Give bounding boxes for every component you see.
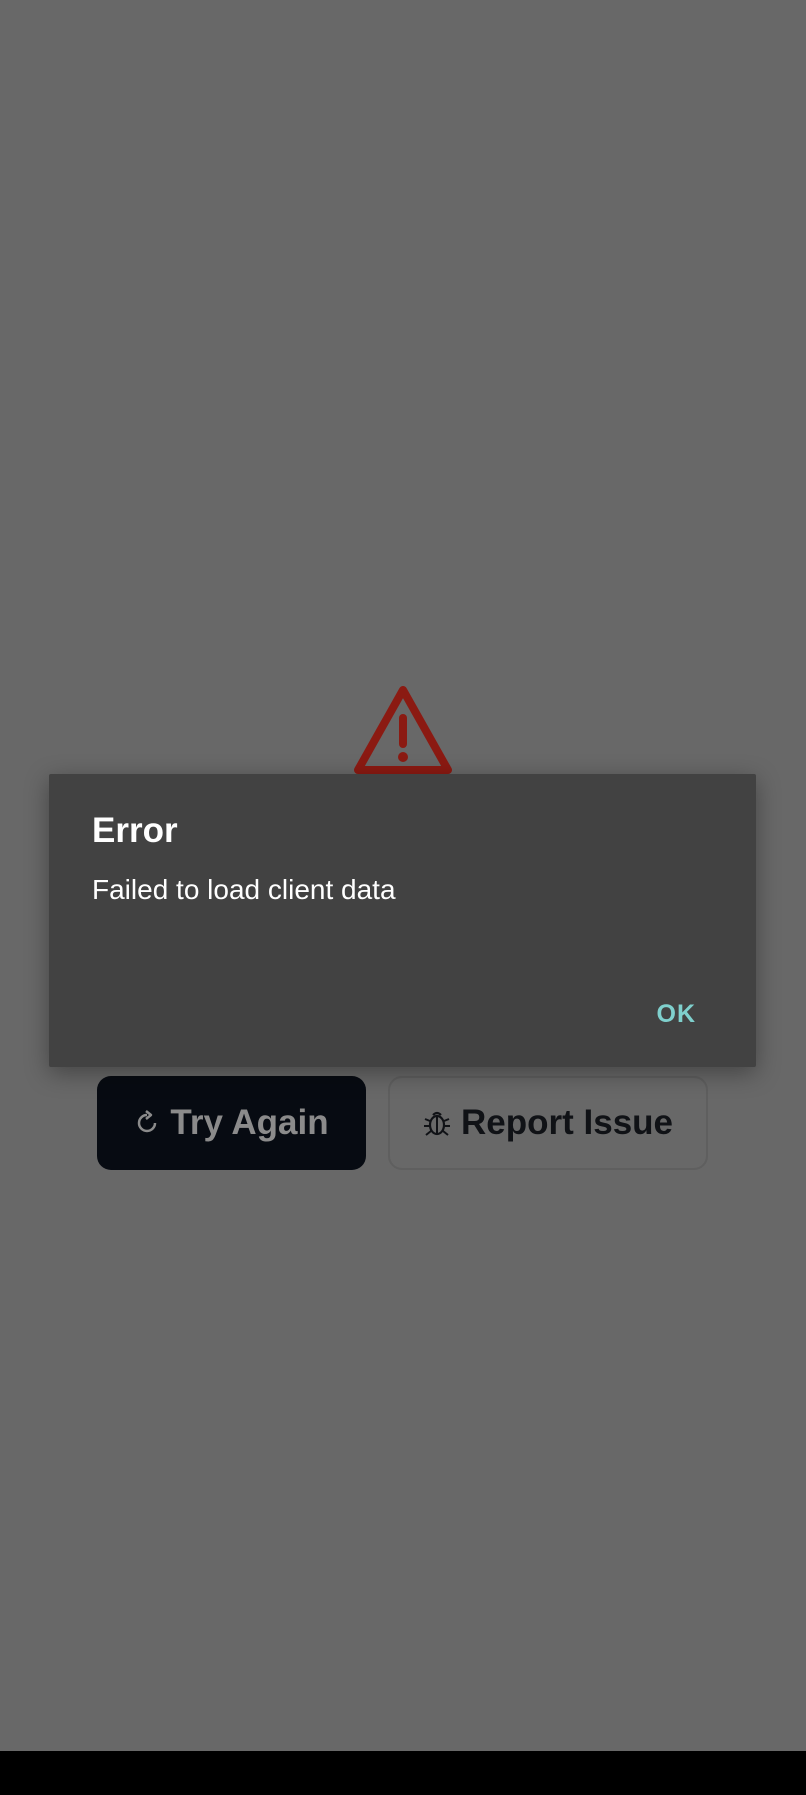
warning-triangle-icon (354, 686, 452, 774)
dialog-message: Failed to load client data (92, 874, 396, 905)
dialog-title: Error (92, 811, 178, 850)
system-navigation-bar (0, 1751, 806, 1795)
try-again-label: Try Again (170, 1103, 329, 1142)
refresh-icon (138, 1110, 157, 1133)
bug-icon (424, 1111, 450, 1136)
report-issue-label: Report Issue (461, 1103, 673, 1142)
error-actions: Try Again Report Issue (97, 1076, 709, 1170)
screen: Try Again Report Issue Error Failed to l… (0, 0, 806, 1795)
try-again-button[interactable]: Try Again (97, 1076, 366, 1170)
error-dialog: Error Failed to load client data OK (49, 774, 756, 1067)
ok-button[interactable]: OK (649, 996, 705, 1033)
report-issue-button[interactable]: Report Issue (388, 1076, 708, 1170)
